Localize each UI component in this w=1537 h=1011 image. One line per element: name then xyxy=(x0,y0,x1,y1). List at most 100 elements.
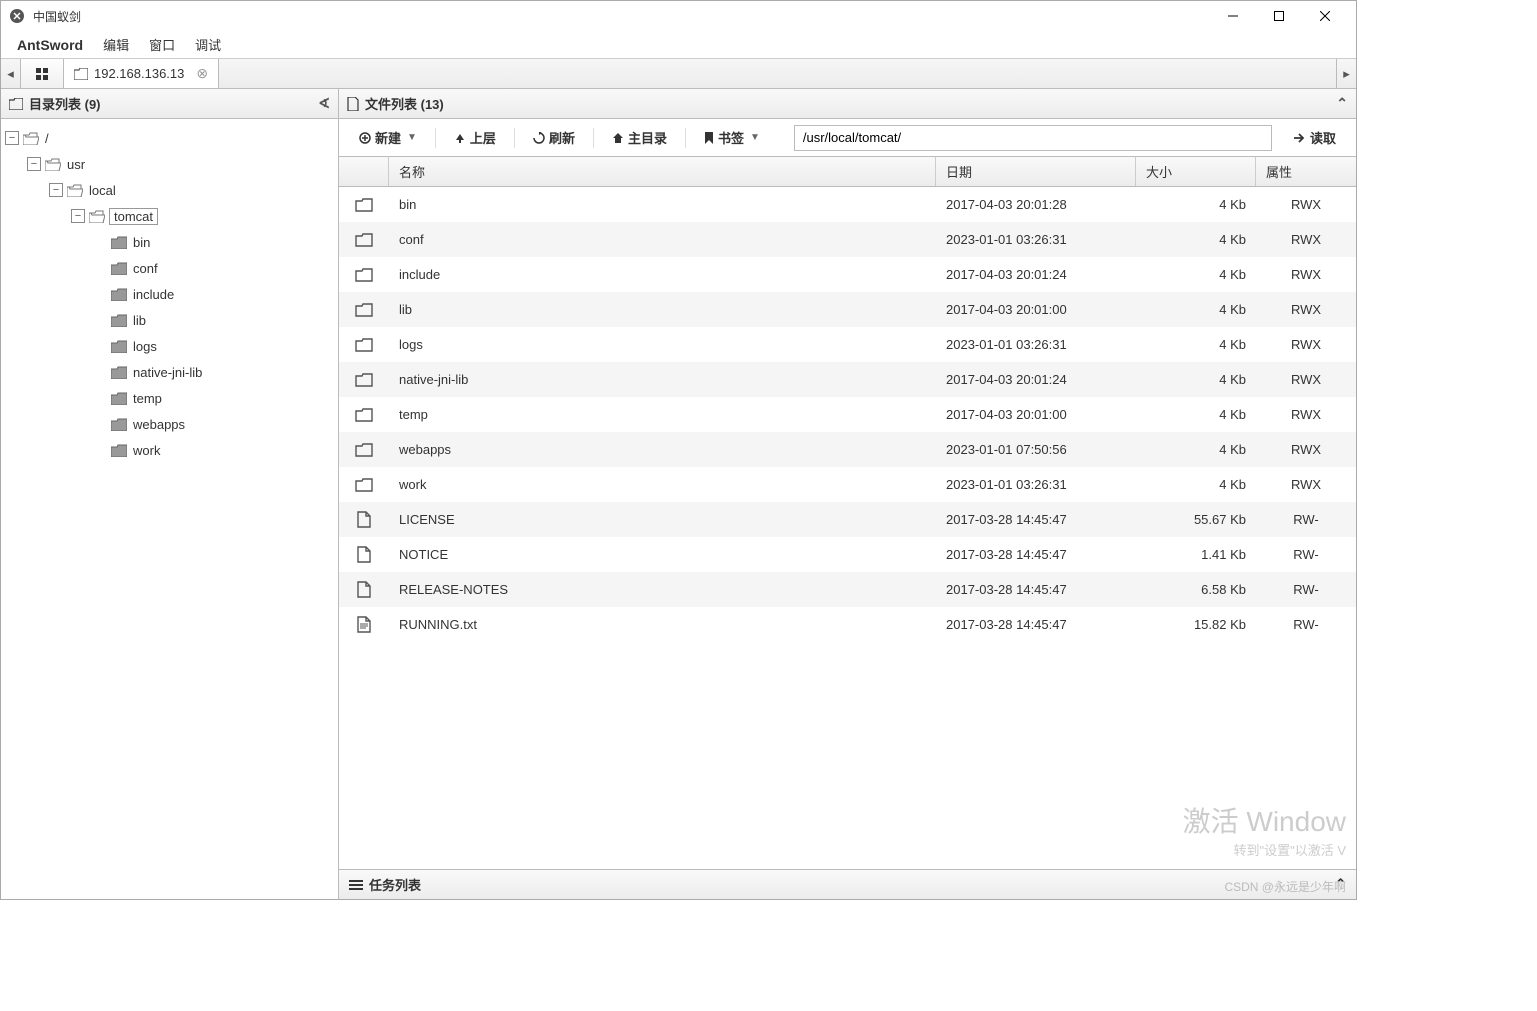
tree-node[interactable]: work xyxy=(5,437,334,463)
tree-toggle[interactable]: − xyxy=(27,157,41,171)
menu-window[interactable]: 窗口 xyxy=(139,31,185,58)
col-date[interactable]: 日期 xyxy=(936,157,1136,186)
read-button[interactable]: 读取 xyxy=(1284,124,1346,151)
folder-icon xyxy=(9,98,23,110)
folder-icon xyxy=(339,372,389,387)
col-icon[interactable] xyxy=(339,157,389,186)
tree-label: include xyxy=(131,286,176,303)
tree-node[interactable]: −local xyxy=(5,177,334,203)
file-name: work xyxy=(389,477,936,492)
file-date: 2023-01-01 03:26:31 xyxy=(936,337,1136,352)
tab-scroll-left[interactable]: ◂ xyxy=(1,59,21,88)
table-row[interactable]: webapps2023-01-01 07:50:564 KbRWX xyxy=(339,432,1356,467)
file-date: 2017-04-03 20:01:24 xyxy=(936,267,1136,282)
table-row[interactable]: conf2023-01-01 03:26:314 KbRWX xyxy=(339,222,1356,257)
tab-close-icon[interactable]: ⊗ xyxy=(196,65,208,82)
col-attr[interactable]: 属性 xyxy=(1256,157,1356,186)
folder-icon xyxy=(74,68,88,80)
col-name[interactable]: 名称 xyxy=(389,157,936,186)
folder-icon xyxy=(339,232,389,247)
table-row[interactable]: bin2017-04-03 20:01:284 KbRWX xyxy=(339,187,1356,222)
file-name: lib xyxy=(389,302,936,317)
folder-icon xyxy=(111,236,127,249)
table-row[interactable]: RELEASE-NOTES2017-03-28 14:45:476.58 KbR… xyxy=(339,572,1356,607)
menu-antsword[interactable]: AntSword xyxy=(7,33,93,57)
tree-node[interactable]: bin xyxy=(5,229,334,255)
file-attr: RWX xyxy=(1256,477,1356,492)
tree-label: webapps xyxy=(131,416,187,433)
file-size: 4 Kb xyxy=(1136,232,1256,247)
tree-node[interactable]: − usr xyxy=(5,151,334,177)
tree-node[interactable]: include xyxy=(5,281,334,307)
taskbar-expand-icon[interactable]: ⌃ xyxy=(1335,876,1346,892)
plus-icon xyxy=(359,132,371,144)
file-attr: RW- xyxy=(1256,547,1356,562)
table-row[interactable]: include2017-04-03 20:01:244 KbRWX xyxy=(339,257,1356,292)
tab-host[interactable]: 192.168.136.13 ⊗ xyxy=(64,59,219,88)
tree-toggle[interactable]: − xyxy=(5,131,19,145)
tree-toggle[interactable]: − xyxy=(49,183,63,197)
file-icon xyxy=(339,511,389,528)
folder-icon xyxy=(339,442,389,457)
refresh-button[interactable]: 刷新 xyxy=(523,124,585,151)
folder-icon xyxy=(111,418,127,431)
table-row[interactable]: logs2023-01-01 03:26:314 KbRWX xyxy=(339,327,1356,362)
file-date: 2023-01-01 07:50:56 xyxy=(936,442,1136,457)
table-row[interactable]: native-jni-lib2017-04-03 20:01:244 KbRWX xyxy=(339,362,1356,397)
file-date: 2017-04-03 20:01:28 xyxy=(936,197,1136,212)
file-date: 2023-01-01 03:26:31 xyxy=(936,232,1136,247)
menu-debug[interactable]: 调试 xyxy=(185,31,231,58)
tree-node[interactable]: temp xyxy=(5,385,334,411)
tree-node[interactable]: −/ xyxy=(5,125,334,151)
menu-edit[interactable]: 编辑 xyxy=(93,31,139,58)
table-row[interactable]: lib2017-04-03 20:01:004 KbRWX xyxy=(339,292,1356,327)
minimize-button[interactable] xyxy=(1210,1,1256,31)
file-attr: RW- xyxy=(1256,582,1356,597)
table-row[interactable]: temp2017-04-03 20:01:004 KbRWX xyxy=(339,397,1356,432)
tab-scroll-right[interactable]: ▸ xyxy=(1336,59,1356,88)
file-panel-title: 文件列表 (13) xyxy=(365,94,444,113)
file-date: 2017-04-03 20:01:24 xyxy=(936,372,1136,387)
tree-label: conf xyxy=(131,260,160,277)
tree-label: usr xyxy=(65,156,87,173)
titlebar: 中国蚁剑 xyxy=(1,1,1356,31)
file-date: 2017-03-28 14:45:47 xyxy=(936,512,1136,527)
tree-node[interactable]: webapps xyxy=(5,411,334,437)
up-button[interactable]: 上层 xyxy=(444,124,506,151)
folder-icon xyxy=(339,197,389,212)
path-input[interactable] xyxy=(794,125,1272,151)
new-button[interactable]: 新建 ▼ xyxy=(349,124,427,151)
table-row[interactable]: RUNNING.txt2017-03-28 14:45:4715.82 KbRW… xyxy=(339,607,1356,642)
table-row[interactable]: LICENSE2017-03-28 14:45:4755.67 KbRW- xyxy=(339,502,1356,537)
arrow-right-icon xyxy=(1294,133,1306,143)
table-row[interactable]: work2023-01-01 03:26:314 KbRWX xyxy=(339,467,1356,502)
toolbar: 新建 ▼ 上层 刷新 主目录 xyxy=(339,119,1356,157)
file-date: 2017-03-28 14:45:47 xyxy=(936,617,1136,632)
tree-toggle[interactable]: − xyxy=(71,209,85,223)
taskbar-title: 任务列表 xyxy=(369,875,421,894)
close-button[interactable] xyxy=(1302,1,1348,31)
folder-icon xyxy=(111,444,127,457)
file-size: 15.82 Kb xyxy=(1136,617,1256,632)
directory-tree: −/−usr−local−tomcatbinconfincludeliblogs… xyxy=(1,119,338,899)
folder-icon xyxy=(111,288,127,301)
tab-home[interactable] xyxy=(21,59,64,88)
bookmark-button[interactable]: 书签 ▼ xyxy=(694,124,770,151)
table-row[interactable]: NOTICE2017-03-28 14:45:471.41 KbRW- xyxy=(339,537,1356,572)
tree-node[interactable]: conf xyxy=(5,255,334,281)
tree-node[interactable]: native-jni-lib xyxy=(5,359,334,385)
tree-node[interactable]: logs xyxy=(5,333,334,359)
tree-node[interactable]: lib xyxy=(5,307,334,333)
file-attr: RWX xyxy=(1256,337,1356,352)
file-date: 2023-01-01 03:26:31 xyxy=(936,477,1136,492)
folder-open-icon xyxy=(45,158,61,171)
sidebar-collapse-icon[interactable]: ∢ xyxy=(318,95,330,112)
col-size[interactable]: 大小 xyxy=(1136,157,1256,186)
maximize-button[interactable] xyxy=(1256,1,1302,31)
tree-node[interactable]: −tomcat xyxy=(5,203,334,229)
content-collapse-icon[interactable]: ⌃ xyxy=(1336,95,1348,112)
file-name: LICENSE xyxy=(389,512,936,527)
home-button[interactable]: 主目录 xyxy=(602,124,677,151)
file-attr: RWX xyxy=(1256,372,1356,387)
file-icon xyxy=(339,546,389,563)
